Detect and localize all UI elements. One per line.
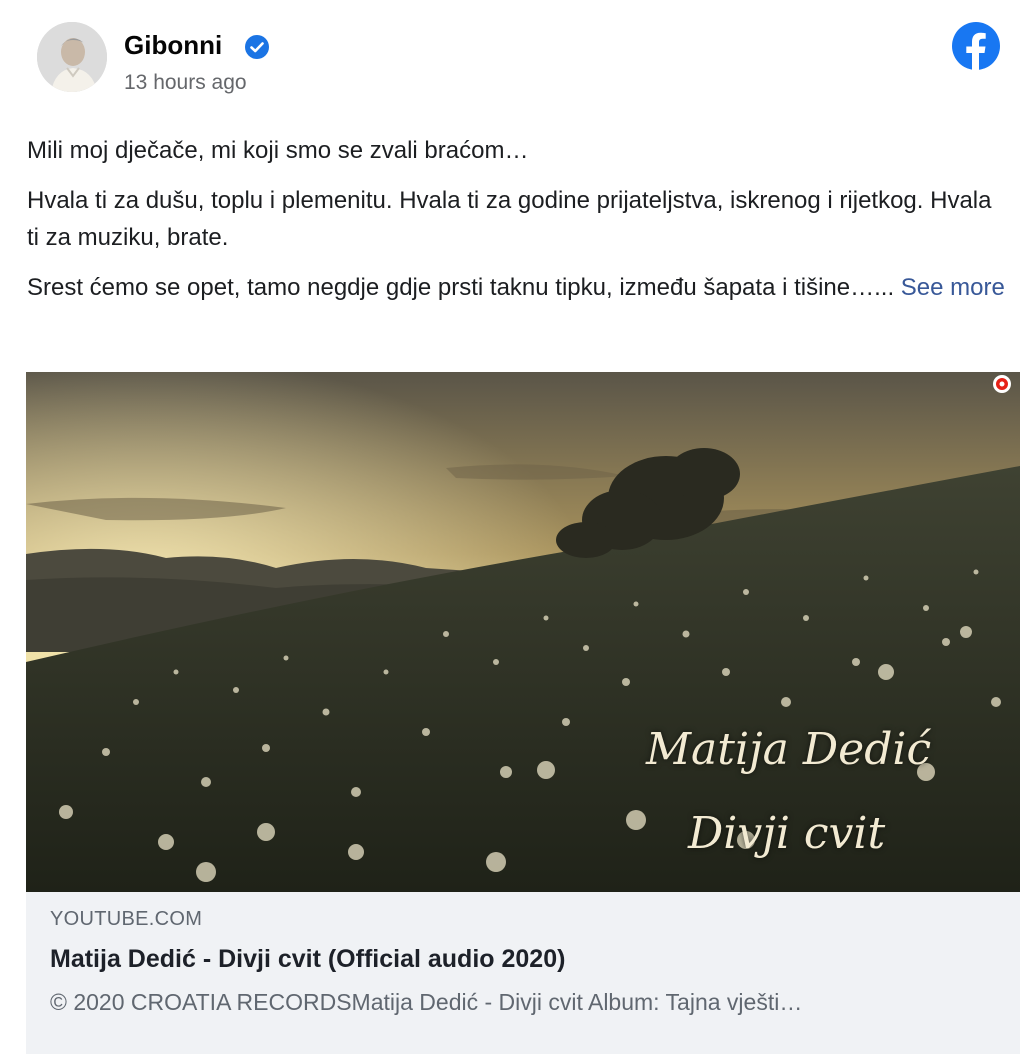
see-more-link[interactable]: See more bbox=[901, 274, 1005, 301]
link-preview-image[interactable]: Matija Dedić Divji cvit bbox=[26, 372, 1020, 892]
image-overlay-artist: Matija Dedić bbox=[646, 724, 932, 775]
link-domain: YOUTUBE.COM bbox=[50, 908, 203, 930]
message-paragraph-3: Srest ćemo se opet, tamo negdje gdje prs… bbox=[27, 269, 1007, 306]
facebook-logo-icon[interactable] bbox=[952, 22, 1000, 70]
facebook-post-embed: Gibonni 13 hours ago Mili moj dječače, m… bbox=[0, 0, 1024, 1054]
link-preview-card[interactable]: Matija Dedić Divji cvit YOUTUBE.COM Mati… bbox=[26, 372, 1020, 1054]
author-avatar[interactable] bbox=[37, 22, 107, 92]
avatar-image bbox=[37, 22, 107, 92]
image-overlay-song: Divji cvit bbox=[688, 808, 886, 859]
link-description: © 2020 CROATIA RECORDSMatija Dedić - Div… bbox=[50, 989, 803, 1015]
link-preview-meta[interactable]: YOUTUBE.COM Matija Dedić - Divji cvit (O… bbox=[50, 908, 1000, 1016]
post-message: Mili moj dječače, mi koji smo se zvali b… bbox=[27, 132, 1007, 319]
youtube-indicator-icon bbox=[993, 375, 1011, 393]
author-name[interactable]: Gibonni bbox=[124, 30, 222, 61]
message-paragraph-2: Hvala ti za dušu, toplu i plemenitu. Hva… bbox=[27, 187, 992, 251]
message-paragraph-3-text: Srest ćemo se opet, tamo negdje gdje prs… bbox=[27, 274, 895, 301]
message-paragraph-1: Mili moj dječače, mi koji smo se zvali b… bbox=[27, 137, 529, 164]
verified-badge-icon bbox=[245, 35, 269, 59]
post-timestamp[interactable]: 13 hours ago bbox=[124, 71, 247, 95]
link-title[interactable]: Matija Dedić - Divji cvit (Official audi… bbox=[50, 945, 1000, 974]
